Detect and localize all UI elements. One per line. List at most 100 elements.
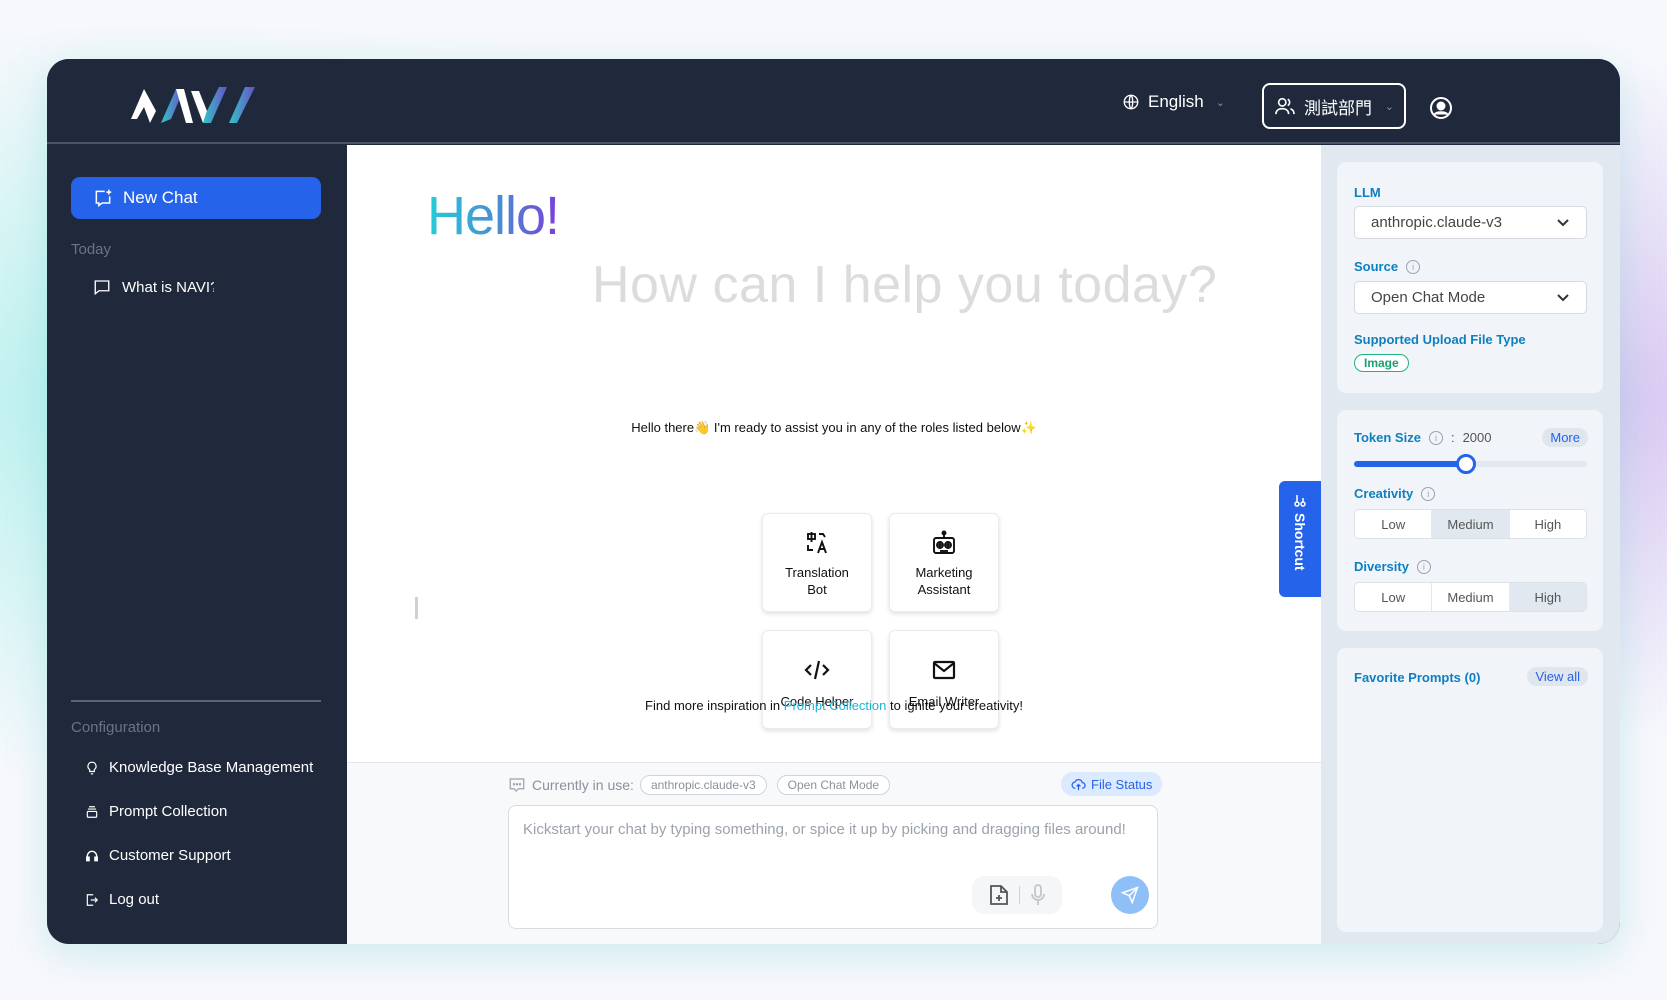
llm-value: anthropic.claude-v3 [1371, 214, 1502, 231]
prompt-collection-icon [86, 805, 98, 818]
source-value: Open Chat Mode [1371, 289, 1486, 306]
prompt-collection-link[interactable]: Prompt Collection [784, 698, 887, 713]
chat-bubble-icon [94, 280, 110, 296]
favorite-prompts-card: Favorite Prompts (0) View all [1337, 648, 1603, 932]
token-size-slider[interactable] [1354, 454, 1587, 474]
roles-intro-text-2: I'm ready to assist you in any of the ro… [710, 420, 1021, 435]
source-select[interactable]: Open Chat Mode [1354, 281, 1587, 314]
chat-input-box [508, 805, 1158, 929]
token-label-row: Token Size i : 2000 [1354, 430, 1492, 445]
source-label: Source [1354, 259, 1399, 274]
new-chat-button[interactable]: New Chat [71, 177, 321, 219]
chevron-down-icon: ⌄ [1384, 100, 1394, 113]
chat-input[interactable] [509, 806, 1157, 928]
creativity-option-high[interactable]: High [1510, 510, 1586, 538]
creativity-label: Creativity [1354, 486, 1414, 501]
info-icon[interactable]: i [1416, 559, 1431, 574]
chat-dots-icon [509, 778, 525, 792]
more-button[interactable]: More [1542, 428, 1588, 447]
history-item[interactable]: What is NAVI? [93, 278, 214, 296]
robot-icon [933, 530, 955, 554]
chevron-down-icon [1557, 218, 1569, 226]
slider-fill [1354, 461, 1466, 467]
llm-select[interactable]: anthropic.claude-v3 [1354, 206, 1587, 239]
new-chat-label: New Chat [123, 188, 198, 207]
department-label: 測試部門 [1304, 98, 1372, 118]
department-selector[interactable]: 測試部門 ⌄ [1262, 83, 1406, 129]
diversity-option-high[interactable]: High [1509, 583, 1586, 611]
role-title-line2: Bot [807, 582, 827, 597]
file-status-button[interactable]: File Status [1061, 772, 1163, 796]
globe-icon [1123, 94, 1139, 110]
config-group-label: Configuration [71, 719, 161, 736]
info-icon[interactable]: i [1421, 486, 1436, 501]
main-chat-area: Hello! How can I help you today? Hello t… [347, 145, 1321, 944]
wave-emoji: 👋 [694, 420, 711, 435]
sidebar-item-label: Prompt Collection [109, 803, 228, 820]
creativity-option-medium[interactable]: Medium [1432, 510, 1510, 538]
generation-settings-card: Token Size i : 2000 More Creativity i Lo… [1337, 410, 1603, 631]
model-settings-card: LLM anthropic.claude-v3 Source i Open Ch… [1337, 162, 1603, 393]
upload-type-badge: Image [1354, 354, 1409, 372]
users-icon [1275, 97, 1295, 115]
input-tools [972, 876, 1062, 914]
file-status-label: File Status [1091, 776, 1153, 792]
sidebar-item-label: Knowledge Base Management [109, 759, 314, 776]
token-colon: : [1450, 430, 1455, 445]
code-icon [804, 660, 830, 680]
top-header: English ⌄ 測試部門 ⌄ [47, 59, 1620, 144]
greeting-title: Hello! [427, 186, 560, 246]
sidebar-item-prompt-collection[interactable]: Prompt Collection [85, 803, 227, 820]
token-value: 2000 [1462, 430, 1492, 445]
creativity-option-low[interactable]: Low [1355, 510, 1433, 538]
user-profile-icon[interactable] [1429, 96, 1453, 120]
attach-file-icon[interactable] [989, 884, 1009, 906]
role-title-line2: Assistant [917, 582, 971, 597]
navi-logo [131, 87, 255, 123]
sidebar-item-label: Customer Support [109, 847, 231, 864]
info-icon[interactable]: i [1406, 259, 1421, 274]
slider-thumb[interactable] [1455, 454, 1476, 474]
sidebar-item-customer-support[interactable]: Customer Support [85, 847, 231, 864]
role-card-email-writer[interactable]: Email Writer [889, 630, 999, 729]
sidebar-item-log-out[interactable]: Log out [85, 891, 159, 908]
send-icon [1121, 886, 1139, 904]
sidebar-item-knowledge-base[interactable]: Knowledge Base Management [85, 759, 313, 776]
headset-icon [86, 850, 98, 861]
sparkle-emoji: ✨ [1020, 420, 1037, 435]
lightbulb-icon [87, 761, 97, 774]
inspire-after: to ignite your creativity! [886, 698, 1023, 713]
diversity-option-low[interactable]: Low [1355, 583, 1433, 611]
mail-icon [932, 660, 956, 680]
sidebar-item-label: Log out [109, 891, 160, 908]
tool-separator [1018, 886, 1020, 904]
sidebar: New Chat Today What is NAVI? Configurati… [47, 145, 347, 944]
resize-handle[interactable] [415, 597, 418, 619]
shortcut-tab[interactable]: Shortcut [1279, 481, 1321, 597]
role-card-marketing-assistant[interactable]: Marketing Assistant [889, 513, 999, 612]
view-all-button[interactable]: View all [1527, 667, 1588, 686]
mode-pill: Open Chat Mode [776, 775, 891, 795]
inspiration-text: Find more inspiration in Prompt Collecti… [347, 698, 1321, 713]
microphone-icon[interactable] [1030, 884, 1046, 906]
role-card-code-helper[interactable]: Code Helper [762, 630, 872, 729]
chevron-down-icon [1557, 293, 1569, 301]
cloud-upload-icon [1071, 778, 1086, 790]
role-card-translation-bot[interactable]: Translation Bot [762, 513, 872, 612]
info-icon[interactable]: i [1428, 430, 1443, 445]
logout-icon [86, 893, 99, 906]
inspire-before: Find more inspiration in [645, 698, 784, 713]
history-group-label: Today [71, 241, 112, 258]
send-button[interactable] [1111, 876, 1149, 914]
sidebar-divider [71, 700, 321, 702]
language-selector[interactable]: English ⌄ [1122, 89, 1225, 115]
chat-input-area: Currently in use: anthropic.claude-v3 Op… [347, 762, 1321, 944]
diversity-label: Diversity [1354, 559, 1409, 574]
upload-type-label: Supported Upload File Type [1354, 332, 1526, 347]
model-pill: anthropic.claude-v3 [639, 775, 767, 795]
shortcut-label: Shortcut [1292, 513, 1308, 571]
language-label: English [1148, 92, 1204, 111]
diversity-label-row: Diversity i [1354, 559, 1431, 574]
diversity-option-medium[interactable]: Medium [1432, 583, 1510, 611]
chevron-down-icon: ⌄ [1215, 96, 1225, 109]
